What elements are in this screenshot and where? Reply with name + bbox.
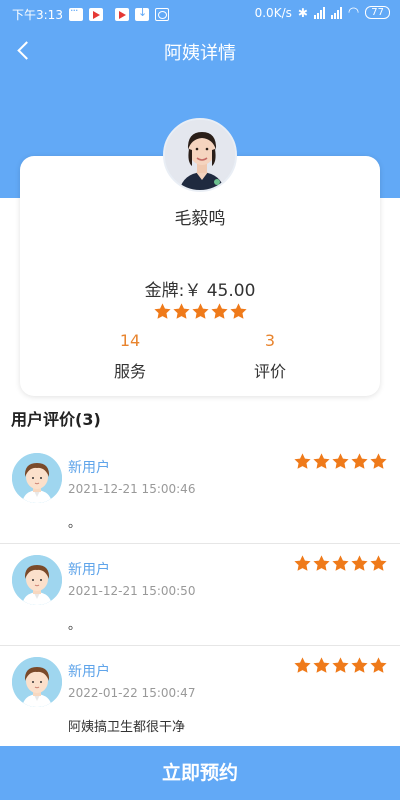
battery-indicator: 77 [365,6,390,19]
star-icon [312,554,331,573]
user-avatar [12,453,62,503]
worker-rating [20,302,380,325]
status-bar: 下午3:13 0.0K/s ✱ ◠ 77 [0,0,400,28]
star-icon [331,554,350,573]
star-icon [172,302,191,321]
review-item: 新用户 2021-12-21 15:00:50 。 [0,544,400,646]
stat-services: 14 服务 [80,331,180,382]
review-rating [293,452,388,471]
chat-notification-icon [68,4,83,21]
star-icon [369,554,388,573]
video-notification-icon [114,8,129,21]
reviews-count: 3 [264,331,276,350]
star-icon [312,452,331,471]
star-icon [191,302,210,321]
star-icon [293,452,312,471]
review-rating [293,656,388,675]
services-count: 14 [119,331,141,350]
worker-avatar [163,118,237,192]
star-icon [293,554,312,573]
worker-name: 毛毅鸣 [174,209,226,229]
title-bar: 阿姨详情 [0,28,400,74]
download-notification-icon [134,6,149,21]
review-text: 阿姨搞卫生都很干净 [68,720,186,735]
star-icon [350,452,369,471]
user-avatar [12,657,62,707]
star-icon [350,656,369,675]
star-icon [153,302,172,321]
network-speed: 0.0K/s [254,5,292,20]
status-right: 0.0K/s ✱ ◠ 77 [255,5,390,20]
star-icon [369,452,388,471]
services-label: 服务 [113,362,146,381]
review-username: 新用户 [68,460,110,476]
review-item: 新用户 2022-01-22 15:00:47 阿姨搞卫生都很干净 [0,646,400,748]
reviews-section-title: 用户评价(3) [11,410,101,429]
review-item: 新用户 2021-12-21 15:00:46 。 [0,442,400,544]
app-notification-icon [154,8,169,21]
page-title: 阿姨详情 [164,43,236,64]
user-avatar [12,555,62,605]
star-icon [293,656,312,675]
wifi-icon: ◠ [347,5,360,20]
star-icon [210,302,229,321]
signal-icon-2 [330,6,342,19]
review-time: 2021-12-21 15:00:46 [68,482,196,496]
star-icon [331,452,350,471]
book-now-button[interactable]: 立即预约 [0,746,400,800]
review-text: 。 [68,618,82,633]
star-icon [229,302,248,321]
review-username: 新用户 [68,664,110,680]
signal-icon [313,6,325,19]
status-time: 下午3:13 [12,8,63,22]
review-time: 2022-01-22 15:00:47 [68,686,196,700]
profile-card: 毛毅鸣 金牌:￥ 45.00 14 服务 3 评价 [20,156,380,396]
review-rating [293,554,388,573]
review-username: 新用户 [68,562,110,578]
stat-reviews: 3 评价 [220,331,320,382]
price-label: 金牌:￥ 45.00 [144,281,256,301]
bluetooth-icon: ✱ [297,5,308,20]
star-icon [312,656,331,675]
review-text: 。 [68,516,82,531]
reviews-label: 评价 [253,362,286,381]
status-left: 下午3:13 [12,4,169,23]
star-icon [350,554,369,573]
review-time: 2021-12-21 15:00:50 [68,584,196,598]
play-notification-icon [88,8,103,21]
star-icon [369,656,388,675]
star-icon [331,656,350,675]
